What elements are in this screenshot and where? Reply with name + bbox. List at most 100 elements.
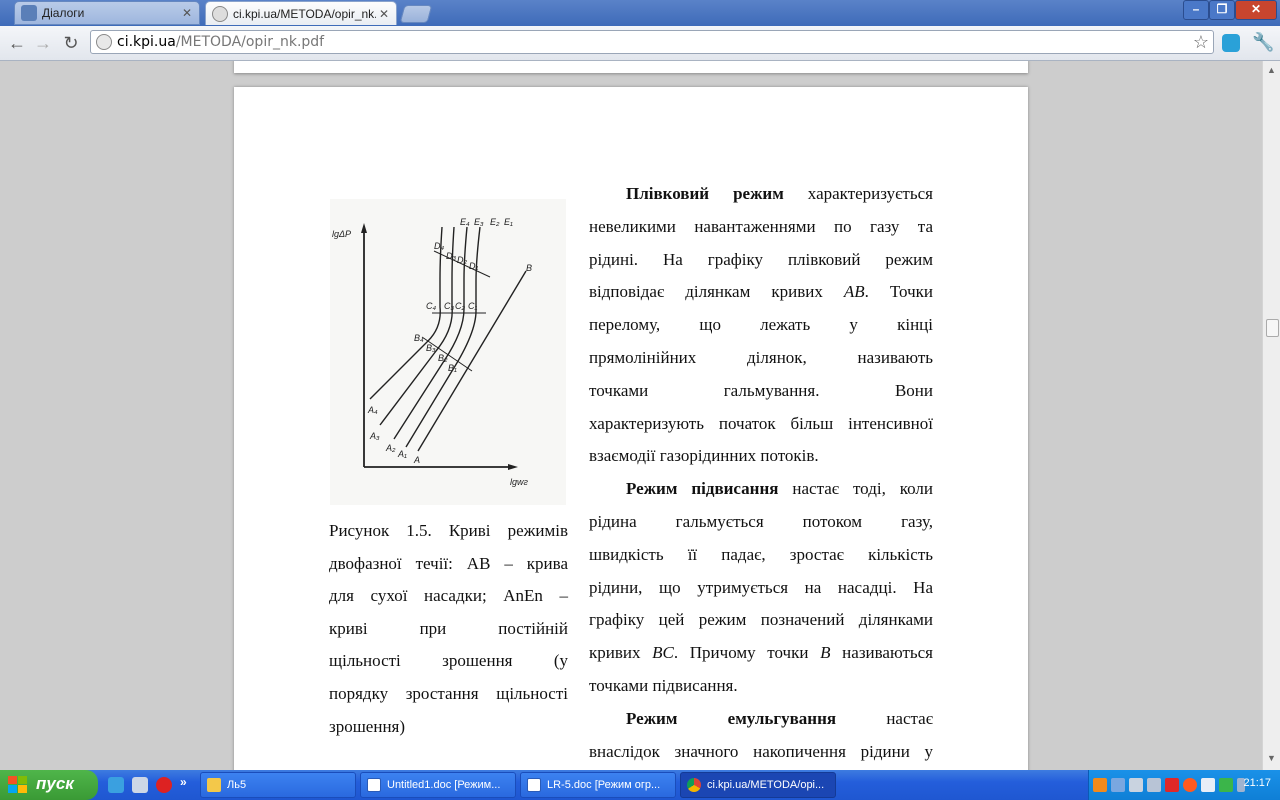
- text-line: рідині. На графіку плівковий режим: [589, 249, 933, 269]
- taskbar: пуск » Ль5 Untitled1.doc [Режим... LR-5.…: [0, 770, 1280, 800]
- text-line: точками гальмування. Вони: [589, 380, 933, 400]
- quicklaunch-more-icon[interactable]: »: [180, 775, 187, 789]
- pdf-viewer[interactable]: lgΔP lgwг E₄ E₃ E₂ E₁ D₄ D₃ D₂ D₁ C₄ C₃ …: [0, 61, 1262, 770]
- close-icon[interactable]: ✕: [376, 7, 392, 21]
- taskbar-button-chrome[interactable]: ci.kpi.ua/METODA/opi...: [680, 772, 836, 798]
- label-a3: A₃: [369, 431, 380, 441]
- wrench-icon[interactable]: 🔧: [1252, 32, 1274, 53]
- label-a2: A₂: [385, 443, 396, 453]
- pause-tray-icon[interactable]: [1093, 778, 1107, 792]
- skype-extension-icon[interactable]: [1222, 34, 1240, 52]
- chrome-icon: [687, 778, 701, 792]
- label-c4: C₄: [426, 301, 436, 311]
- caption-line: криві при постійній: [329, 618, 568, 638]
- text-line: Режим підвисання настає тоді, коли: [626, 479, 933, 499]
- network-icon[interactable]: [1129, 778, 1143, 792]
- star-icon[interactable]: ☆: [1193, 32, 1209, 53]
- url-text: ci.kpi.ua/METODA/opir_nk.pdf: [117, 34, 325, 50]
- label-e4: E₄: [460, 217, 470, 227]
- back-button[interactable]: ←: [6, 32, 28, 54]
- scroll-down-icon[interactable]: ▼: [1267, 753, 1276, 763]
- scroll-up-icon[interactable]: ▲: [1267, 65, 1276, 75]
- label-c2: C₂: [455, 301, 465, 311]
- label-d2: D₂: [457, 255, 467, 265]
- curve-a3e3: [379, 226, 455, 426]
- quicklaunch-ie-icon[interactable]: [108, 777, 124, 793]
- pause-icon: [21, 5, 37, 21]
- text-line: взаємодії газорідинних потоків.: [589, 446, 819, 466]
- minimize-button[interactable]: –: [1183, 0, 1209, 20]
- network-signal-icon[interactable]: [1111, 778, 1125, 792]
- text-line: характеризують початок більш інтенсивної: [589, 413, 933, 433]
- text-line: відповідає ділянкам кривих AB. Точки: [589, 282, 933, 302]
- label-b4: B₄: [414, 333, 424, 343]
- quicklaunch-desktop-icon[interactable]: [132, 777, 148, 793]
- browser-toolbar: ← → ↻ ci.kpi.ua/METODA/opir_nk.pdf ☆ 🔧: [0, 26, 1280, 61]
- label-d4: D₄: [434, 241, 444, 251]
- label-d1: D₁: [469, 261, 478, 271]
- tab-dialogs[interactable]: Діалоги ✕: [14, 1, 200, 25]
- label-c3: C₃: [444, 301, 454, 311]
- forward-button[interactable]: →: [32, 32, 54, 54]
- text-line: рідина гальмується потоком газу,: [589, 511, 933, 531]
- label-d3: D₃: [446, 251, 456, 261]
- pdf-page: lgΔP lgwг E₄ E₃ E₂ E₁ D₄ D₃ D₂ D₁ C₄ C₃ …: [234, 87, 1028, 770]
- caption-line: зрошення): [329, 716, 406, 736]
- label-b: B: [526, 263, 532, 273]
- taskbar-button-folder[interactable]: Ль5: [200, 772, 356, 798]
- close-window-button[interactable]: ✕: [1235, 0, 1277, 20]
- figure-graph: lgΔP lgwг E₄ E₃ E₂ E₁ D₄ D₃ D₂ D₁ C₄ C₃ …: [330, 199, 566, 505]
- curve-ab: [417, 270, 527, 452]
- page-icon: [96, 34, 112, 50]
- label-b1: B₁: [448, 363, 457, 373]
- label-a1: A₁: [397, 449, 407, 459]
- caption-line: Рисунок 1.5. Криві режимів: [329, 521, 568, 540]
- taskbar-button-label: Untitled1.doc [Режим...: [387, 779, 501, 791]
- tab-title: ci.kpi.ua/METODA/opir_nk.pdf: [233, 6, 376, 21]
- start-label: пуск: [36, 774, 74, 793]
- taskbar-button-label: LR-5.doc [Режим огр...: [547, 779, 661, 791]
- label-c1: C₁: [468, 301, 477, 311]
- taskbar-button-word-lr5[interactable]: LR-5.doc [Режим огр...: [520, 772, 676, 798]
- y-axis-label: lgΔP: [332, 229, 351, 239]
- safely-remove-icon[interactable]: [1219, 778, 1233, 792]
- text-line: графіку цей режим позначений ділянками: [589, 610, 933, 630]
- quicklaunch-opera-icon[interactable]: [156, 777, 172, 793]
- regime-curves-plot: lgΔP lgwг E₄ E₃ E₂ E₁ D₄ D₃ D₂ D₁ C₄ C₃ …: [332, 217, 532, 487]
- taskbar-button-word-untitled[interactable]: Untitled1.doc [Режим...: [360, 772, 516, 798]
- text-line: невеликими навантаженнями по газу та: [589, 216, 933, 236]
- start-button[interactable]: пуск: [0, 770, 98, 800]
- word-doc-icon: [527, 778, 541, 792]
- close-icon[interactable]: ✕: [179, 6, 195, 20]
- body-text: Плівковий режим характеризується невелик…: [589, 178, 933, 768]
- figure-caption: Рисунок 1.5. Криві режимів двофазної теч…: [329, 515, 568, 743]
- scroll-thumb[interactable]: [1266, 319, 1279, 337]
- volume-icon[interactable]: [1201, 778, 1215, 792]
- text-line: внаслідок значного накопичення рідини у: [589, 741, 933, 761]
- address-bar[interactable]: ci.kpi.ua/METODA/opir_nk.pdf ☆: [90, 30, 1214, 54]
- caption-line: для сухої насадки; AnEn –: [329, 586, 568, 606]
- text-line: швидкість її падає, зростає кількість: [589, 544, 933, 564]
- monitor-icon[interactable]: [1147, 778, 1161, 792]
- clock: 21:17: [1243, 777, 1271, 789]
- tab-pdf[interactable]: ci.kpi.ua/METODA/opir_nk.pdf ✕: [205, 1, 397, 25]
- vertical-scrollbar[interactable]: ▲ ▼: [1262, 61, 1280, 770]
- windows-flag-icon: [8, 776, 27, 793]
- x-axis-arrow: [508, 464, 518, 470]
- curve-a4e4: [369, 226, 443, 400]
- x-axis-label: lgwг: [510, 477, 529, 487]
- label-e3: E₃: [474, 217, 484, 227]
- previous-page: [234, 61, 1028, 73]
- text-line: рідини, що утримується на насадці. На: [589, 577, 933, 597]
- antivirus-icon[interactable]: [1165, 778, 1179, 792]
- caption-line: порядку зростання щільності: [329, 683, 568, 703]
- text-line: кривих BC. Причому точки B називаються: [589, 643, 933, 663]
- reload-button[interactable]: ↻: [60, 32, 82, 54]
- new-tab-button[interactable]: [399, 5, 433, 23]
- maximize-button[interactable]: ❐: [1209, 0, 1235, 20]
- text-line: прямолінійних ділянок, називають: [589, 347, 933, 367]
- globe-icon: [212, 5, 228, 22]
- label-a: A: [413, 455, 420, 465]
- opera-tray-icon[interactable]: [1183, 778, 1197, 792]
- system-tray: 21:17: [1088, 770, 1280, 800]
